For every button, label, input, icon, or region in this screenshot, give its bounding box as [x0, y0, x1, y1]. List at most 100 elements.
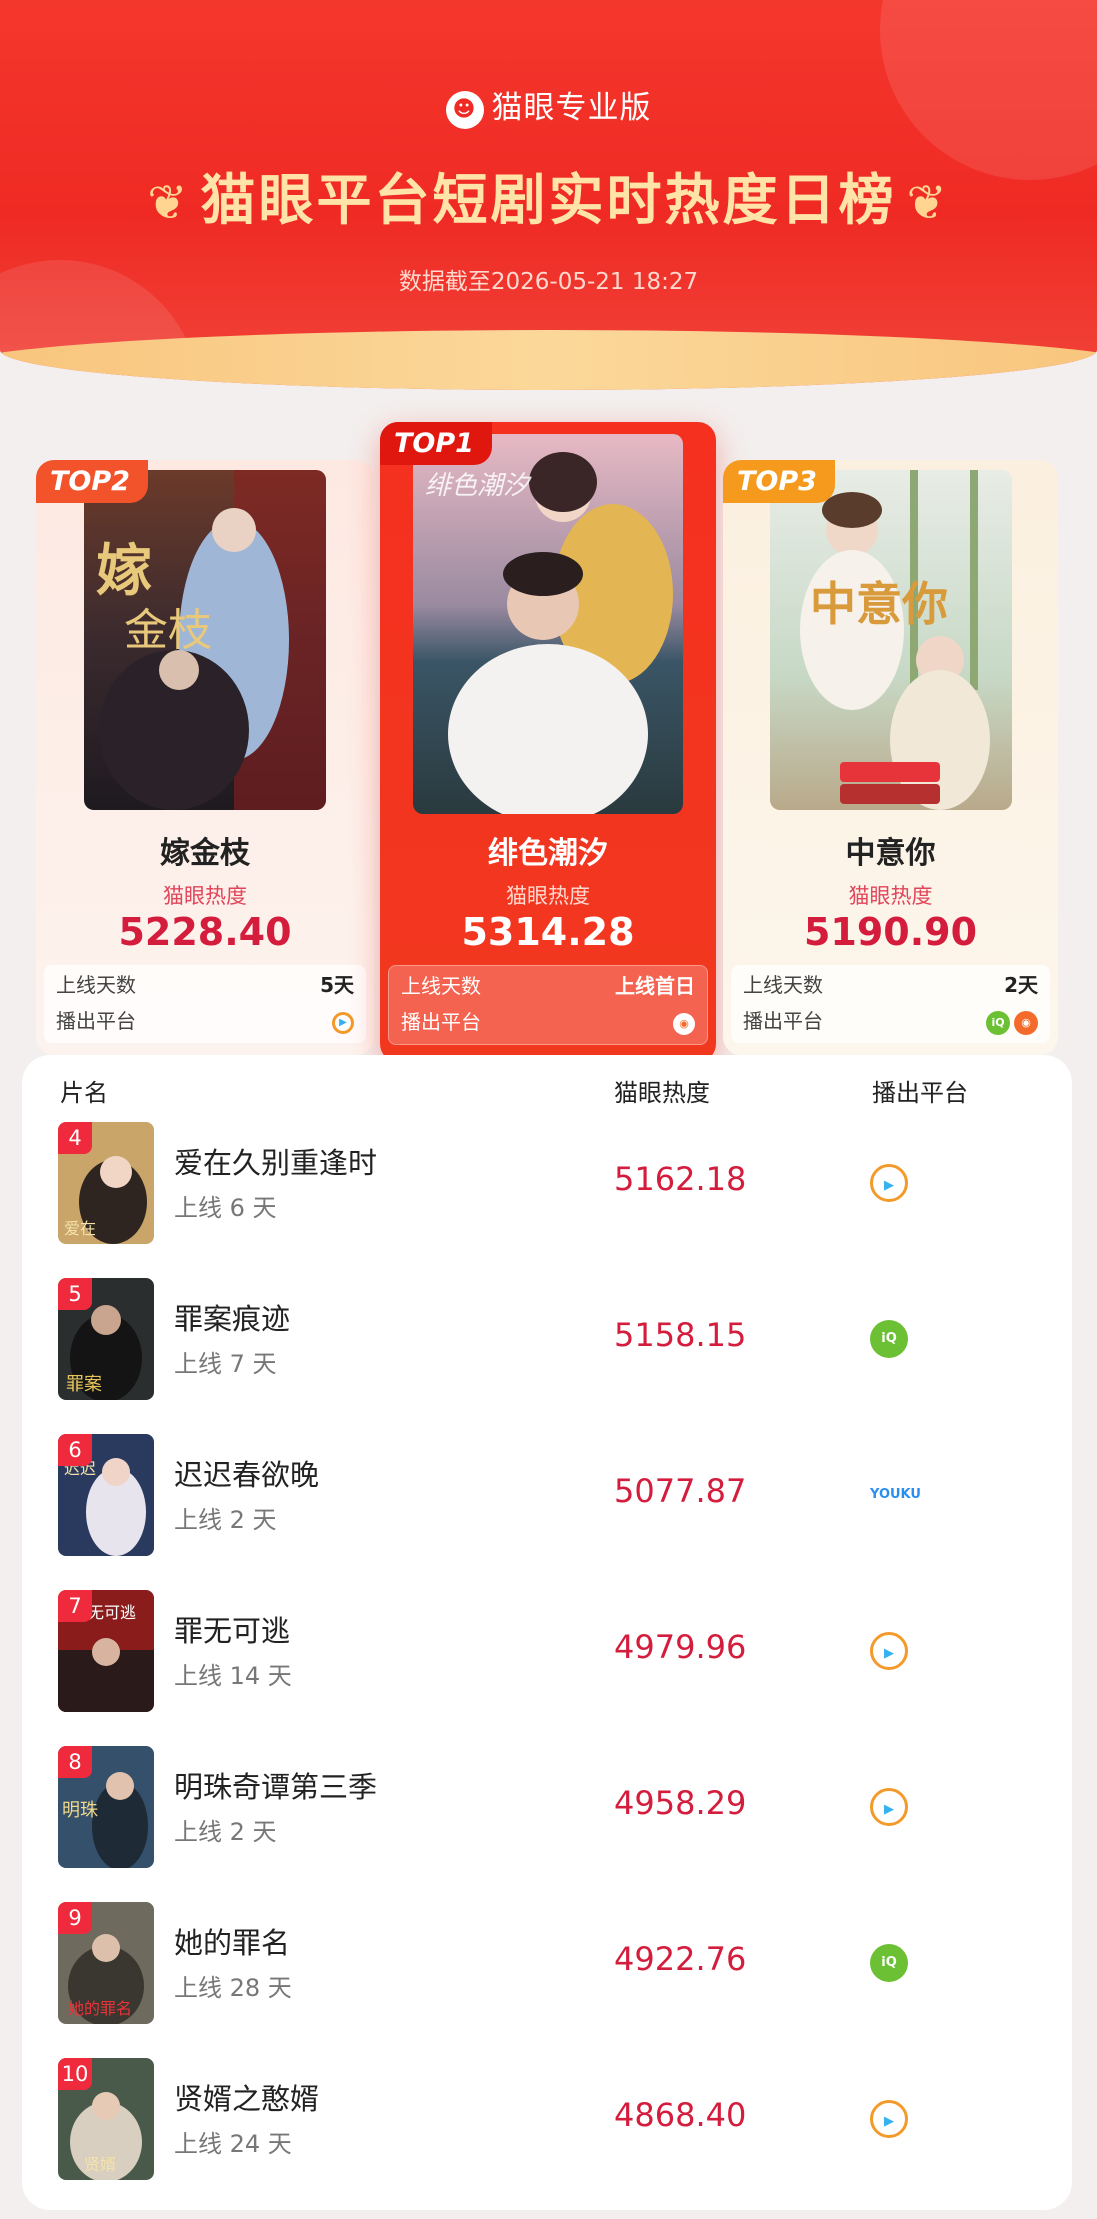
drama-title: 罪无可逃 [174, 1614, 291, 1648]
tencent-video-icon[interactable]: ▶ [870, 1164, 908, 1202]
col-header-platform: 播出平台 [872, 1079, 968, 1107]
header-wave [0, 330, 1097, 390]
top3-card[interactable]: TOP3 中意你 中意你 猫眼热度 5190.90 上线天数 2天 播出平台 iQ ◉ [723, 460, 1058, 1055]
svg-text:绯色潮汐: 绯色潮汐 [425, 471, 532, 501]
heat-value: 5190.90 [803, 910, 978, 954]
tencent-video-icon[interactable]: ▶ [870, 1788, 908, 1826]
brand: ☻ 猫眼专业版 [0, 82, 1097, 129]
drama-title: 罪案痕迹 [174, 1302, 291, 1336]
rank-badge: 4 [58, 1122, 92, 1154]
days-label: 上线天数 [743, 973, 823, 997]
iqiyi-icon[interactable]: iQ [870, 1320, 908, 1358]
laurel-left-icon: ❦ [147, 175, 191, 231]
page-title-text: 猫眼平台短剧实时热度日榜 [200, 168, 897, 232]
tencent-video-icon[interactable]: ▶ [332, 1011, 354, 1034]
heat-value: 4958.29 [614, 1784, 747, 1822]
drama-thumbnail: 她的罪名 9 [58, 1902, 154, 2024]
days-value: 5天 [320, 973, 354, 997]
svg-text:爱在: 爱在 [64, 1219, 96, 1238]
drama-title: 明珠奇谭第三季 [174, 1770, 378, 1804]
data-timestamp: 数据截至2026-05-21 18:27 [398, 269, 699, 295]
info-box: 上线天数 上线首日 播出平台 ◉ [388, 965, 708, 1045]
svg-text:贤婿: 贤婿 [84, 2155, 116, 2174]
list-item[interactable]: 迟迟 6 迟迟春欲晚 上线 2 天 5077.87 YOUKU [22, 1434, 1072, 1590]
svg-text:无可逃: 无可逃 [88, 1603, 136, 1622]
tencent-video-icon[interactable]: ▶ [870, 1632, 908, 1670]
heat-value: 5077.87 [614, 1472, 747, 1510]
card-title: 绯色潮汐 [488, 836, 608, 871]
col-header-heat: 猫眼热度 [614, 1079, 710, 1107]
list-item[interactable]: 贤婿 10 贤婿之憨婿 上线 24 天 4868.40 ▶ [22, 2058, 1072, 2214]
header-banner: ☻ 猫眼专业版 ❦ 猫眼平台短剧实时热度日榜 ❦ 数据截至2026-05-21 18:… [0, 0, 1097, 390]
drama-thumbnail: 爱在 4 [58, 1122, 154, 1244]
platform-label: 播出平台 [401, 1010, 481, 1034]
online-days: 上线 24 天 [174, 2130, 292, 2158]
heat-value: 4868.40 [614, 2096, 747, 2134]
drama-thumbnail: 罪案 5 [58, 1278, 154, 1400]
platform-row: 播出平台 ◉ [401, 1004, 695, 1040]
heat-value: 5158.15 [614, 1316, 747, 1354]
drama-poster: 中意你 [770, 470, 1012, 810]
rank-badge: 5 [58, 1278, 92, 1310]
iqiyi-icon[interactable]: iQ [870, 1944, 908, 1982]
platform-label: 播出平台 [56, 1009, 136, 1033]
rank-tag: TOP2 [36, 460, 148, 503]
platform-row: 播出平台 ▶ [56, 1003, 354, 1039]
rank-badge: 8 [58, 1746, 92, 1778]
rank-badge: 6 [58, 1434, 92, 1466]
rank-badge: 9 [58, 1902, 92, 1934]
drama-thumbnail: 无可逃 7 [58, 1590, 154, 1712]
days-row: 上线天数 上线首日 [401, 968, 695, 1004]
drama-title: 爱在久别重逢时 [174, 1146, 378, 1180]
mango-tv-icon[interactable]: ◉ [673, 1012, 695, 1035]
svg-text:明珠: 明珠 [62, 1800, 98, 1821]
tencent-video-icon[interactable]: ▶ [870, 2100, 908, 2138]
online-days: 上线 2 天 [174, 1506, 277, 1534]
heat-value: 4922.76 [614, 1940, 747, 1978]
platform-label: 播出平台 [743, 1009, 823, 1033]
drama-poster: 嫁 金枝 [84, 470, 326, 810]
drama-title: 贤婿之憨婿 [174, 2082, 320, 2116]
days-label: 上线天数 [401, 974, 481, 998]
online-days: 上线 14 天 [174, 1662, 292, 1690]
iqiyi-icon[interactable]: iQ [986, 1010, 1010, 1035]
rank-badge: 7 [58, 1590, 92, 1622]
top2-card[interactable]: TOP2 嫁 金枝 嫁金枝 猫眼热度 5228.40 上线天数 5天 播出平台 ▶ [36, 460, 374, 1055]
drama-title: 她的罪名 [174, 1926, 291, 1960]
online-days: 上线 6 天 [174, 1194, 277, 1222]
days-value: 2天 [1004, 973, 1038, 997]
drama-title: 迟迟春欲晚 [174, 1458, 320, 1492]
card-title: 中意你 [845, 836, 936, 871]
maoyan-cat-logo-icon: ☻ [445, 90, 484, 129]
list-item[interactable]: 明珠 8 明珠奇谭第三季 上线 2 天 4958.29 ▶ [22, 1746, 1072, 1902]
drama-thumbnail: 贤婿 10 [58, 2058, 154, 2180]
days-label: 上线天数 [56, 973, 136, 997]
heat-label: 猫眼热度 [848, 884, 933, 908]
days-row: 上线天数 5天 [56, 967, 354, 1003]
top1-card[interactable]: TOP1 绯色潮汐 绯色潮汐 猫眼热度 5314.28 上线天数 上线首日 播出平… [380, 422, 716, 1062]
platform-row: 播出平台 iQ ◉ [743, 1003, 1038, 1039]
brand-name: 猫眼专业版 [491, 90, 652, 126]
days-row: 上线天数 2天 [743, 967, 1038, 1003]
days-value: 上线首日 [615, 974, 695, 998]
info-box: 上线天数 2天 播出平台 iQ ◉ [731, 965, 1050, 1043]
heat-value: 4979.96 [614, 1628, 747, 1666]
list-item[interactable]: 她的罪名 9 她的罪名 上线 28 天 4922.76 iQ [22, 1902, 1072, 2058]
mango-tv-icon[interactable]: ◉ [1014, 1010, 1038, 1035]
svg-text:中意你: 中意你 [810, 577, 948, 631]
online-days: 上线 7 天 [174, 1350, 277, 1378]
heat-value: 5314.28 [461, 910, 635, 954]
rank-tag: TOP1 [380, 422, 492, 465]
svg-text:金枝: 金枝 [124, 605, 212, 656]
list-item[interactable]: 爱在 4 爱在久别重逢时 上线 6 天 5162.18 ▶ [22, 1122, 1072, 1278]
list-item[interactable]: 无可逃 7 罪无可逃 上线 14 天 4979.96 ▶ [22, 1590, 1072, 1746]
svg-text:她的罪名: 她的罪名 [68, 1999, 132, 2018]
list-item[interactable]: 罪案 5 罪案痕迹 上线 7 天 5158.15 iQ [22, 1278, 1072, 1434]
info-box: 上线天数 5天 播出平台 ▶ [44, 965, 366, 1043]
drama-thumbnail: 明珠 8 [58, 1746, 154, 1868]
youku-icon[interactable]: YOUKU [870, 1476, 921, 1514]
drama-poster: 绯色潮汐 [413, 434, 683, 814]
svg-text:罪案: 罪案 [66, 1374, 102, 1395]
heat-value: 5162.18 [614, 1160, 747, 1198]
rank-tag: TOP3 [723, 460, 835, 503]
